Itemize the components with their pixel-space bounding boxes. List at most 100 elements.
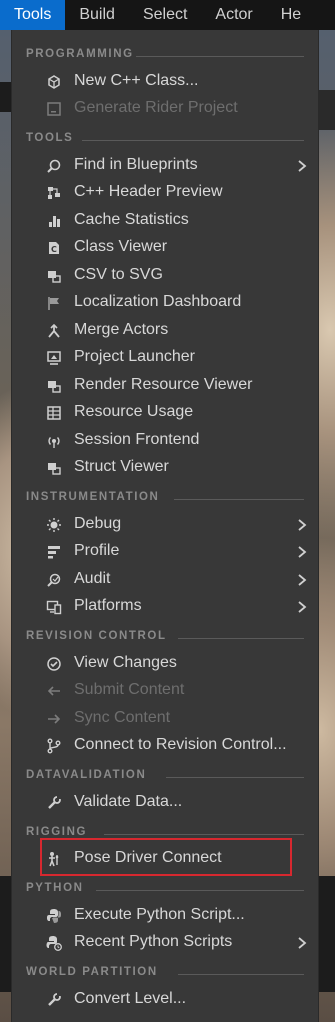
item-label: Session Frontend [74, 431, 200, 448]
divider [178, 638, 304, 639]
section-tools: TOOLS [12, 128, 320, 150]
section-label: RIGGING [26, 826, 88, 838]
item-label: Connect to Revision Control... [74, 736, 287, 753]
class-icon [45, 73, 63, 91]
section-datavalidation: DATAVALIDATION [12, 765, 320, 787]
menu-bar: Tools Build Select Actor He [0, 0, 335, 30]
menu-item-session-frontend[interactable]: Session Frontend [12, 428, 320, 455]
menu-item-cache-statistics[interactable]: Cache Statistics [12, 208, 320, 235]
item-label: Profile [74, 542, 120, 559]
chevron-right-icon [296, 936, 308, 950]
menu-item-resource-usage[interactable]: Resource Usage [12, 400, 320, 427]
menu-item-profile[interactable]: Profile [12, 539, 320, 566]
rider-icon [45, 100, 63, 118]
python-icon [45, 907, 63, 925]
right-panel-fragment [318, 876, 335, 992]
arrow-left-icon [45, 682, 63, 700]
menu-item-generate-rider-project[interactable]: Generate Rider Project [12, 96, 320, 123]
chevron-right-icon [296, 159, 308, 173]
wrench-icon [45, 991, 63, 1009]
menu-select[interactable]: Select [129, 0, 201, 30]
menu-help[interactable]: He [267, 0, 315, 30]
section-label: INSTRUMENTATION [26, 491, 160, 503]
item-label: Project Launcher [74, 348, 195, 365]
menu-item-find-in-blueprints[interactable]: Find in Blueprints [12, 153, 320, 180]
item-label: View Changes [74, 654, 177, 671]
menu-tools[interactable]: Tools [0, 0, 66, 30]
divider [82, 140, 304, 141]
chevron-right-icon [296, 573, 308, 587]
menu-item-sync-content[interactable]: Sync Content [12, 706, 320, 733]
item-label: Struct Viewer [74, 458, 169, 475]
menu-item-convert-level[interactable]: Convert Level... [12, 987, 320, 1014]
search-icon [45, 157, 63, 175]
menu-item-new-cpp-class[interactable]: New C++ Class... [12, 69, 320, 96]
session-icon [45, 432, 63, 450]
menu-item-csv-to-svg[interactable]: CSV to SVG [12, 263, 320, 290]
item-label: Sync Content [74, 709, 171, 726]
item-label: Validate Data... [74, 793, 183, 810]
item-label: Class Viewer [74, 238, 168, 255]
divider [178, 974, 304, 975]
merge-icon [45, 322, 63, 340]
menu-item-merge-actors[interactable]: Merge Actors [12, 318, 320, 345]
chevron-right-icon [296, 600, 308, 614]
platforms-icon [45, 598, 63, 616]
item-label: Platforms [74, 597, 142, 614]
menu-item-recent-python-scripts[interactable]: Recent Python Scripts [12, 930, 320, 957]
svg-text:C: C [51, 245, 57, 254]
menu-item-submit-content[interactable]: Submit Content [12, 678, 320, 705]
item-label: Render Resource Viewer [74, 376, 253, 393]
menu-item-debug[interactable]: Debug [12, 512, 320, 539]
header-preview-icon [45, 184, 63, 202]
menu-item-render-resource-viewer[interactable]: Render Resource Viewer [12, 373, 320, 400]
profile-icon [45, 543, 63, 561]
highlight-annotation-box [40, 838, 292, 876]
section-label: PYTHON [26, 882, 84, 894]
item-label: Debug [74, 515, 122, 532]
chevron-right-icon [296, 518, 308, 532]
struct-icon [45, 459, 63, 477]
item-label: Cache Statistics [74, 211, 189, 228]
item-label: Merge Actors [74, 321, 169, 338]
menu-item-view-changes[interactable]: View Changes [12, 651, 320, 678]
divider [136, 56, 304, 57]
bug-icon [45, 516, 63, 534]
item-label: Localization Dashboard [74, 293, 242, 310]
flag-icon [45, 294, 63, 312]
item-label: Submit Content [74, 681, 185, 698]
menu-item-execute-python-script[interactable]: Execute Python Script... [12, 903, 320, 930]
divider [174, 499, 304, 500]
section-instrumentation: INSTRUMENTATION [12, 487, 320, 509]
menu-item-connect-revision-control[interactable]: Connect to Revision Control... [12, 733, 320, 760]
bar-chart-icon [45, 212, 63, 230]
menu-item-struct-viewer[interactable]: Struct Viewer [12, 455, 320, 482]
section-label: TOOLS [26, 132, 74, 144]
divider [104, 834, 304, 835]
menu-item-class-viewer[interactable]: C Class Viewer [12, 235, 320, 262]
menu-item-validate-data[interactable]: Validate Data... [12, 790, 320, 817]
section-revision-control: REVISION CONTROL [12, 626, 320, 648]
menu-item-audit[interactable]: Audit [12, 567, 320, 594]
check-circle-icon [45, 655, 63, 673]
wrench-icon [45, 794, 63, 812]
menu-actor[interactable]: Actor [201, 0, 266, 30]
divider [166, 777, 304, 778]
divider [96, 890, 304, 891]
section-label: REVISION CONTROL [26, 630, 167, 642]
menu-item-platforms[interactable]: Platforms [12, 594, 320, 621]
item-label: CSV to SVG [74, 266, 163, 283]
item-label: Generate Rider Project [74, 99, 238, 116]
menu-item-localization-dashboard[interactable]: Localization Dashboard [12, 290, 320, 317]
python-recent-icon [45, 934, 63, 952]
csv-icon [45, 267, 63, 285]
menu-item-project-launcher[interactable]: Project Launcher [12, 345, 320, 372]
section-python: PYTHON [12, 878, 320, 900]
section-world-partition: WORLD PARTITION [12, 962, 320, 984]
item-label: C++ Header Preview [74, 183, 223, 200]
item-label: New C++ Class... [74, 72, 199, 89]
section-label: PROGRAMMING [26, 48, 134, 60]
menu-item-cpp-header-preview[interactable]: C++ Header Preview [12, 180, 320, 207]
chevron-right-icon [296, 545, 308, 559]
menu-build[interactable]: Build [65, 0, 129, 30]
